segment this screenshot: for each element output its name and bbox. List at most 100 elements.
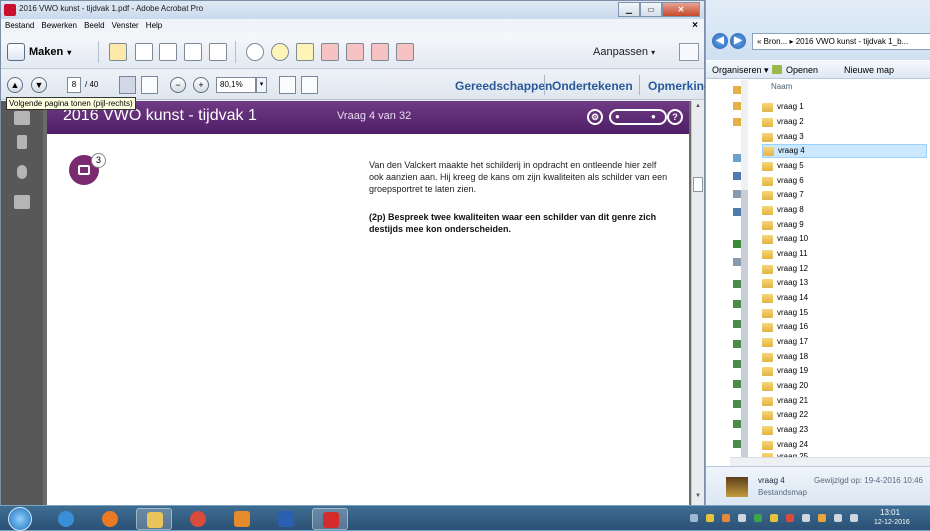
bookmarks-icon[interactable] [17,135,27,149]
page-thumbnails-icon[interactable] [14,111,30,125]
signatures-icon[interactable] [14,195,30,209]
list-item[interactable]: vraag 23 [762,423,927,437]
full-screen-icon[interactable] [301,76,318,94]
volume-slider[interactable]: ● ● [609,109,667,125]
list-item[interactable]: vraag 20 [762,379,927,393]
tray-security-icon[interactable] [754,514,762,522]
tray-app-icon[interactable] [818,514,826,522]
list-item[interactable]: vraag 18 [762,350,927,364]
tray-network-icon[interactable] [834,514,842,522]
comment-icon[interactable] [271,43,289,61]
taskbar-outlook[interactable] [224,508,260,530]
menu-help[interactable]: Help [146,21,162,30]
list-item[interactable]: vraag 21 [762,394,927,408]
list-item[interactable]: vraag 1 [762,100,927,114]
scroll-up-icon[interactable]: ▲ [693,103,703,113]
sign-panel-link[interactable]: Ondertekenen [552,79,633,93]
taskbar-internet-explorer[interactable] [48,508,84,530]
horizontal-scrollbar[interactable] [730,457,930,466]
list-item[interactable]: vraag 14 [762,291,927,305]
list-item[interactable]: vraag 22 [762,408,927,422]
edit-icon[interactable] [184,43,202,61]
zoom-dropdown-chevron-icon[interactable]: ▾ [256,77,267,93]
column-header-name[interactable]: Naam [756,82,930,96]
help-icon[interactable]: ? [667,109,683,125]
pdf-share-icon[interactable] [371,43,389,61]
print-icon[interactable] [159,43,177,61]
list-item-selected[interactable]: vraag 4 [762,144,927,158]
acrobat-title-bar[interactable]: 2016 VWO kunst - tijdvak 1.pdf - Adobe A… [1,1,704,19]
page-number-input[interactable]: 8 [67,77,81,93]
create-button[interactable]: Maken ▾ [7,42,71,62]
list-item[interactable]: vraag 2 [762,115,927,129]
select-cursor-icon[interactable] [119,76,136,94]
scrollbar-thumb[interactable] [741,190,748,470]
list-item[interactable]: vraag 12 [762,262,927,276]
document-viewport[interactable]: 2016 VWO kunst - tijdvak 1 Vraag 4 van 3… [43,101,691,506]
tray-volume-icon[interactable] [850,514,858,522]
taskbar-media-player[interactable] [92,508,128,530]
highlight-icon[interactable] [296,43,314,61]
tray-app-icon[interactable] [738,514,746,522]
menu-venster[interactable]: Venster [112,21,139,30]
clock-date[interactable]: 12-12-2016 [874,519,910,526]
scroll-down-icon[interactable]: ▼ [693,493,703,503]
minimize-button[interactable]: ▁ [618,2,640,17]
tray-app-icon[interactable] [722,514,730,522]
list-item[interactable]: vraag 5 [762,159,927,173]
fit-width-icon[interactable] [279,76,296,94]
taskbar-word[interactable] [268,508,304,530]
back-arrow-icon[interactable]: ◀ [712,33,728,49]
list-item[interactable]: vraag 6 [762,174,927,188]
list-item[interactable]: vraag 7 [762,188,927,202]
email-icon[interactable] [209,43,227,61]
hand-tool-icon[interactable] [141,76,158,94]
list-item[interactable]: vraag 11 [762,247,927,261]
list-item[interactable]: vraag 10 [762,232,927,246]
new-folder-button[interactable]: Nieuwe map [844,65,894,75]
zoom-out-icon[interactable]: − [170,77,186,93]
previous-page-icon[interactable]: ▲ [7,77,23,93]
list-item[interactable]: vraag 16 [762,320,927,334]
start-button[interactable] [8,507,32,531]
taskbar-acrobat[interactable] [312,508,348,530]
organize-button[interactable]: Organiseren ▾ [712,65,769,76]
open-button[interactable]: Openen [786,65,818,75]
navigation-pane-scrollbar[interactable] [741,80,748,470]
document-close-icon[interactable]: × [692,19,698,33]
expand-icon[interactable] [679,43,699,61]
list-item[interactable]: vraag 3 [762,130,927,144]
list-item[interactable]: vraag 17 [762,335,927,349]
next-page-icon[interactable]: ▼ [31,77,47,93]
menu-bewerken[interactable]: Bewerken [41,21,77,30]
settings-gear-icon[interactable] [246,43,264,61]
pdf-form-icon[interactable] [396,43,414,61]
list-item[interactable]: vraag 13 [762,276,927,290]
settings-gear-icon[interactable]: ⚙ [587,109,603,125]
clock-time[interactable]: 13:01 [880,508,900,517]
pdf-export-icon[interactable] [321,43,339,61]
open-folder-icon[interactable] [109,43,127,61]
list-item[interactable]: vraag 15 [762,306,927,320]
tools-panel-link[interactable]: Gereedschappen [455,79,552,93]
comment-panel-link[interactable]: Opmerking [648,79,711,93]
address-bar[interactable]: « Bron... ▸ 2016 VWO kunst - tijdvak 1_b… [752,33,930,50]
customize-dropdown[interactable]: Aanpassen ▾ [593,46,655,58]
scrollbar-thumb[interactable] [693,177,703,192]
menu-bestand[interactable]: Bestand [5,21,34,30]
zoom-level-input[interactable]: 80,1% [216,77,256,93]
taskbar-chrome[interactable] [180,508,216,530]
pdf-combine-icon[interactable] [346,43,364,61]
document-scrollbar[interactable]: ▲ ▼ [691,101,704,506]
list-item[interactable]: vraag 9 [762,218,927,232]
tray-app-icon[interactable] [802,514,810,522]
tray-chevron-icon[interactable] [690,514,698,522]
taskbar-explorer[interactable] [136,508,172,530]
zoom-in-icon[interactable]: + [193,77,209,93]
tray-app-icon[interactable] [706,514,714,522]
maximize-button[interactable]: ▭ [640,2,662,17]
list-item[interactable]: vraag 8 [762,203,927,217]
tray-app-icon[interactable] [770,514,778,522]
tray-app-icon[interactable] [786,514,794,522]
attachments-icon[interactable] [17,165,27,179]
